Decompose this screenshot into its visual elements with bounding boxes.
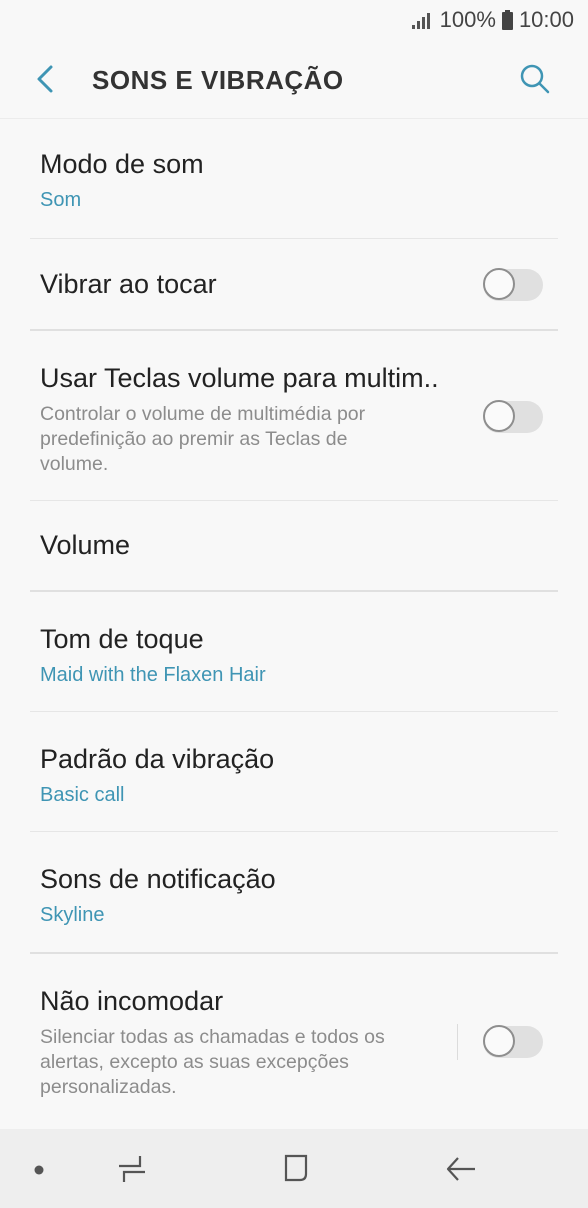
signal-icon (411, 13, 430, 29)
setting-value: Basic call (40, 784, 125, 806)
setting-vibrate-on-touch[interactable]: Vibrar ao tocar (30, 239, 558, 329)
toggle-knob (483, 268, 515, 300)
setting-value: Skyline (40, 904, 105, 926)
navigation-bar (0, 1129, 588, 1208)
setting-label: Usar Teclas volume para multim.. (40, 363, 439, 393)
setting-label: Tom de toque (40, 624, 204, 654)
battery-icon (501, 10, 513, 30)
setting-value: Som (40, 189, 82, 211)
dot-indicator-icon (34, 1165, 44, 1175)
setting-description: Silenciar todas as chamadas e todos os a… (40, 1026, 385, 1098)
setting-label: Padrão da vibração (40, 744, 275, 774)
setting-notification-sounds[interactable]: Sons de notificação Skyline (30, 832, 558, 952)
chevron-left-icon (37, 65, 53, 93)
setting-label: Modo de som (40, 149, 204, 179)
setting-label: Sons de notificação (40, 864, 276, 894)
page-title: SONS E VIBRAÇÃO (92, 65, 344, 95)
vibrate-on-touch-toggle[interactable] (483, 268, 543, 301)
setting-volume-keys-media[interactable]: Usar Teclas volume para multim.. Control… (30, 331, 558, 500)
do-not-disturb-toggle[interactable] (483, 1025, 543, 1058)
setting-do-not-disturb[interactable]: Não incomodar Silenciar todas as chamada… (30, 954, 558, 1124)
setting-volume[interactable]: Volume (30, 501, 558, 590)
search-icon (520, 64, 550, 94)
settings-list: Modo de som Som Vibrar ao tocar Usar Tec… (0, 118, 588, 1124)
vertical-separator (457, 1024, 458, 1060)
toggle-knob (483, 400, 515, 432)
clock: 10:00 (518, 7, 574, 32)
home-icon[interactable] (281, 1153, 311, 1183)
back-button[interactable] (30, 62, 60, 96)
back-nav-icon[interactable] (445, 1155, 477, 1183)
battery-percentage: 100% (439, 7, 496, 32)
status-bar: 100% 10:00 (0, 0, 588, 40)
recent-apps-icon[interactable] (117, 1154, 147, 1184)
toggle-knob (483, 1025, 515, 1057)
setting-value: Maid with the Flaxen Hair (40, 664, 266, 686)
setting-label: Volume (40, 530, 131, 560)
setting-description: Controlar o volume de multimédia por pre… (40, 403, 366, 475)
setting-label: Vibrar ao tocar (40, 269, 217, 299)
search-button[interactable] (518, 62, 552, 96)
setting-vibration-pattern[interactable]: Padrão da vibração Basic call (30, 712, 558, 831)
setting-label: Não incomodar (40, 986, 224, 1016)
setting-sound-mode[interactable]: Modo de som Som (30, 119, 558, 238)
app-bar: SONS E VIBRAÇÃO (0, 40, 588, 118)
volume-keys-media-toggle[interactable] (483, 400, 543, 433)
setting-ringtone[interactable]: Tom de toque Maid with the Flaxen Hair (30, 592, 558, 711)
